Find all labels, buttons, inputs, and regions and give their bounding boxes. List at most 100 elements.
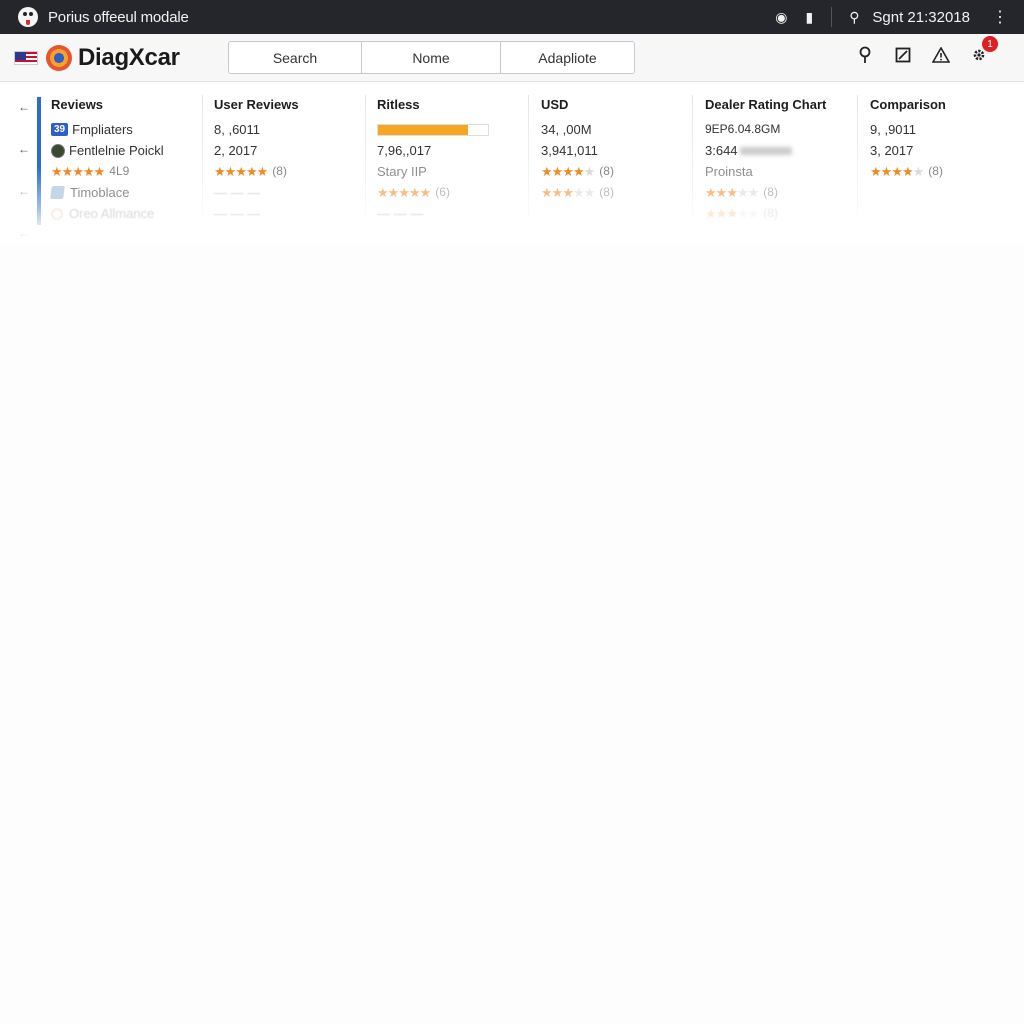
location-pin-icon[interactable] [856,46,874,64]
pencil-icon [50,186,65,199]
column-header[interactable]: Comparison [870,97,1018,113]
rating-row: ★★★★★ (8) [541,161,689,182]
cell-value: 34, ,00M [541,122,592,137]
notification-badge: 1 [982,36,998,52]
more-vertical-icon[interactable]: ⋮ [986,3,1014,31]
rating-count: (8) [599,164,614,178]
star-rating: ★★★★★ [870,161,924,182]
star-empty-icon: ★ [572,185,585,200]
cell-value: — — — [214,185,261,200]
star-filled-icon: ★ [572,164,585,179]
star-empty-icon: ★ [736,185,749,200]
segment-search[interactable]: Search [229,42,362,73]
star-filled-icon: ★ [551,185,564,200]
star-filled-icon: ★ [235,164,247,179]
list-item[interactable]: 39 Fmpliaters [51,119,199,140]
cell-value: 3:644 [705,140,853,161]
brand-name: DiagXcar [78,43,180,71]
cell-value: 3, 2017 [870,143,914,158]
star-filled-icon: ★ [541,164,553,179]
column-header[interactable]: Reviews [51,97,199,113]
column-dealer-rating-chart: Dealer Rating Chart 9EP6.04.8GM 3:644 Pr… [705,97,853,227]
cell-value: 8, ,6011 [214,122,261,137]
edit-icon[interactable] [894,46,912,64]
cell-text: 3:644 [705,143,738,158]
star-filled-icon: ★ [93,164,106,179]
list-item[interactable]: Timoblace [50,182,199,203]
star-filled-icon: ★ [61,164,74,179]
star-filled-icon: ★ [51,164,63,179]
record-icon[interactable]: ◉ [767,3,795,31]
star-filled-icon: ★ [387,185,400,200]
column-divider [365,95,366,215]
star-filled-icon: ★ [901,164,914,179]
star-rating: ★★★★★ [377,182,432,203]
star-filled-icon: ★ [419,185,432,200]
search-icon[interactable]: ⚲ [840,3,868,31]
cell-value: 3,941,011 [541,143,598,158]
star-filled-icon: ★ [541,185,553,200]
us-flag-icon[interactable] [14,50,38,65]
clock: Sgnt 21:32018 [872,8,970,26]
back-arrow-icon[interactable]: ← [14,139,34,159]
star-rating: ★★★★★ [705,182,760,203]
rating-row: ★★★★★ (8) [870,161,1018,182]
lock-icon[interactable]: ▮ [795,3,823,31]
active-accent-bar [37,97,41,225]
redacted-value [739,146,792,155]
column-header[interactable]: Ritless [377,97,525,113]
header-actions: 1 [856,36,998,64]
star-empty-icon: ★ [583,164,596,179]
settings-icon[interactable]: 1 [970,36,998,64]
column-ritless: Ritless 7,96,,017 Stary IIP ★★★★★ (6) — … [377,97,525,227]
star-rating: ★★★★★ [214,161,268,182]
star-filled-icon: ★ [408,185,421,200]
back-arrow-icon[interactable]: ← [14,181,34,201]
column-usd: USD 34, ,00M 3,941,011 ★★★★★ (8) ★★★★★ (… [541,97,689,227]
star-rating: ★★★★★ [541,161,596,182]
cell-value: 9EP6.04.8GM [705,122,781,136]
column-header[interactable]: User Reviews [214,97,362,113]
star-filled-icon: ★ [214,164,226,179]
star-filled-icon: ★ [245,164,258,179]
star-filled-icon: ★ [891,164,903,179]
warning-icon[interactable] [932,46,950,64]
progress-fill [378,124,469,135]
brand-logo-icon [46,44,72,71]
rating-count: (8) [928,164,943,178]
star-filled-icon: ★ [562,185,574,200]
segmented-nav: Search Nome Adapliote [228,41,635,74]
rating-count: (6) [435,185,450,199]
star-empty-icon: ★ [747,185,760,200]
rating-row: ★★★★★ 4L9 [51,161,199,182]
back-arrow-icon[interactable]: ← [14,97,34,117]
star-filled-icon: ★ [726,185,738,200]
tire-icon [51,143,65,158]
star-filled-icon: ★ [551,164,564,179]
star-filled-icon: ★ [82,164,95,179]
rating-row: ★★★★★ (6) [377,182,525,203]
column-divider [528,95,529,215]
cell-value: Stary IIP [377,164,427,179]
star-filled-icon: ★ [398,185,410,200]
column-header[interactable]: Dealer Rating Chart [705,97,853,113]
cell-value: 9, ,9011 [870,122,917,137]
column-header[interactable]: USD [541,97,689,113]
star-filled-icon: ★ [880,164,893,179]
cell-value: 2, 2017 [214,143,258,158]
star-filled-icon: ★ [705,185,717,200]
row-label: Fmpliaters [72,122,133,137]
rating-row: ★★★★★ (8) [214,161,362,182]
star-filled-icon: ★ [377,185,389,200]
rating-count: 4L9 [109,164,130,178]
titlebar-controls: ◉ ▮ ⚲ Sgnt 21:32018 ⋮ [767,0,1024,34]
cell-value: 7,96,,017 [377,143,432,158]
list-item[interactable]: Fentlelnie Poickl [51,140,199,161]
column-reviews: Reviews 39 Fmpliaters Fentlelnie Poickl … [50,97,199,227]
column-divider [202,95,203,215]
rating-row: ★★★★★ (8) [541,182,689,203]
segment-adapliote[interactable]: Adapliote [501,42,634,73]
progress-bar [377,123,489,136]
segment-nome[interactable]: Nome [362,42,501,73]
titlebar-divider [831,7,833,27]
